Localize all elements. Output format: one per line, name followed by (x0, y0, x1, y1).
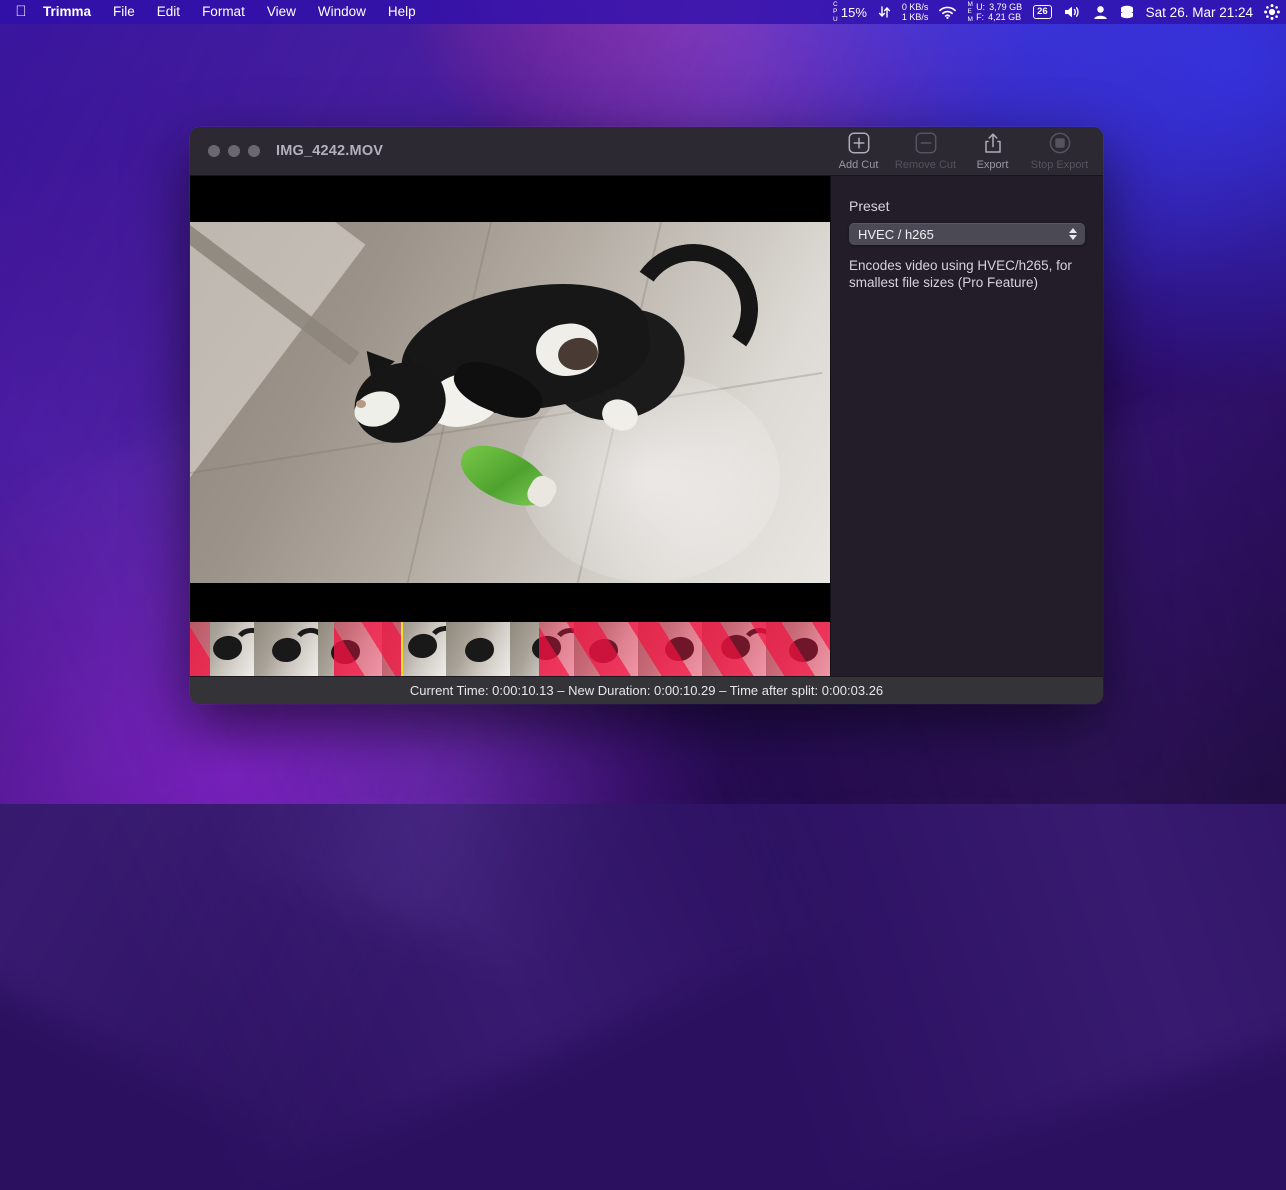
network-arrows-icon[interactable] (878, 5, 891, 19)
cat-subject (340, 252, 760, 552)
close-button[interactable] (208, 145, 220, 157)
window-titlebar: IMG_4242.MOV Add Cut Re (190, 127, 1103, 176)
status-memory[interactable]: M E M U: 3,79 GB F: 4,21 GB (967, 1, 1022, 24)
filmstrip-thumb[interactable] (638, 622, 702, 676)
preset-description: Encodes video using HVEC/h265, for small… (849, 258, 1081, 291)
export-button[interactable]: Export (959, 130, 1026, 171)
mem-used-value: 3,79 GB (989, 2, 1022, 13)
video-column (190, 176, 830, 676)
minus-square-icon (913, 130, 939, 156)
video-frame (190, 222, 830, 583)
memory-label: M E M (967, 1, 973, 24)
stop-export-label: Stop Export (1031, 159, 1088, 171)
menu-bar-clock[interactable]: Sat 26. Mar 21:24 (1146, 5, 1253, 20)
plus-square-glyph (848, 132, 870, 154)
toy-cap (523, 472, 561, 511)
user-account-icon[interactable] (1093, 5, 1108, 20)
add-cut-button[interactable]: Add Cut (825, 130, 892, 171)
net-download-value: 1 KB/s (902, 12, 929, 23)
timeline-status-bar: Current Time: 0:00:10.13 – New Duration:… (190, 676, 1103, 704)
cpu-value: 15% (841, 5, 867, 20)
filmstrip-thumb[interactable] (382, 622, 446, 676)
filmstrip-thumb[interactable] (702, 622, 766, 676)
time-machine-glyph (1119, 5, 1135, 19)
calendar-day-value: 26 (1033, 5, 1052, 19)
menu-item-help[interactable]: Help (377, 0, 427, 24)
menu-bar-left:  Trimma File Edit Format View Window He… (0, 0, 427, 24)
export-settings-sidebar: Preset HVEC / h265 Encodes video using H… (830, 176, 1103, 676)
timeline-playhead[interactable] (401, 622, 403, 676)
preset-selected-value: HVEC / h265 (858, 227, 1069, 242)
apple-logo-icon[interactable]:  (10, 0, 32, 24)
preset-select[interactable]: HVEC / h265 (849, 223, 1085, 245)
zoom-button[interactable] (248, 145, 260, 157)
traffic-lights (190, 145, 260, 157)
time-machine-icon[interactable] (1119, 5, 1135, 19)
menu-item-view[interactable]: View (256, 0, 307, 24)
network-speed-values: 0 KB/s 1 KB/s (902, 2, 929, 23)
export-label: Export (977, 159, 1009, 171)
menu-item-trimma[interactable]: Trimma (32, 0, 102, 24)
volume-glyph (1063, 5, 1082, 19)
minus-square-glyph (915, 132, 937, 154)
share-export-icon (980, 130, 1006, 156)
filmstrip-thumb[interactable] (446, 622, 510, 676)
wifi-glyph (939, 6, 956, 19)
video-player[interactable] (190, 176, 830, 622)
menu-item-edit[interactable]: Edit (146, 0, 191, 24)
chevron-updown-icon (1069, 228, 1079, 240)
filmstrip-thumb[interactable] (318, 622, 382, 676)
filmstrip-thumb[interactable] (574, 622, 638, 676)
menu-bar-status-items: C P U 15% 0 KB/s 1 KB/s (833, 1, 1286, 24)
green-toy (452, 435, 557, 517)
user-glyph (1093, 5, 1108, 20)
cat-nose (356, 400, 366, 408)
mem-used-label: U: (976, 2, 985, 13)
mem-free-value: 4,21 GB (988, 12, 1021, 23)
filmstrip-thumb[interactable] (190, 622, 254, 676)
add-cut-label: Add Cut (839, 159, 879, 171)
share-export-glyph (982, 132, 1004, 154)
menu-item-window[interactable]: Window (307, 0, 377, 24)
filmstrip-thumb[interactable] (766, 622, 830, 676)
plus-square-icon (846, 130, 872, 156)
preset-label: Preset (849, 198, 1085, 214)
control-center-icon[interactable] (1264, 4, 1280, 20)
wifi-icon[interactable] (939, 6, 956, 19)
remove-cut-button[interactable]: Remove Cut (892, 130, 959, 171)
remove-cut-label: Remove Cut (895, 159, 956, 171)
control-center-glyph (1264, 4, 1280, 20)
menu-item-file[interactable]: File (102, 0, 146, 24)
network-arrows-glyph (878, 5, 891, 19)
status-cpu[interactable]: C P U 15% (833, 1, 867, 24)
stop-circle-icon (1047, 130, 1073, 156)
status-text: Current Time: 0:00:10.13 – New Duration:… (410, 683, 883, 698)
status-network-speeds[interactable]: 0 KB/s 1 KB/s (902, 2, 929, 23)
memory-values: U: 3,79 GB F: 4,21 GB (976, 2, 1022, 23)
timeline-filmstrip[interactable] (190, 622, 830, 676)
menu-item-format[interactable]: Format (191, 0, 256, 24)
window-title: IMG_4242.MOV (276, 143, 383, 159)
stop-circle-glyph (1049, 132, 1071, 154)
stop-export-button[interactable]: Stop Export (1026, 130, 1093, 171)
filmstrip-thumb[interactable] (510, 622, 574, 676)
window-body: Preset HVEC / h265 Encodes video using H… (190, 176, 1103, 676)
app-window: IMG_4242.MOV Add Cut Re (190, 127, 1103, 704)
volume-icon[interactable] (1063, 5, 1082, 19)
mem-free-label: F: (976, 12, 984, 23)
net-upload-value: 0 KB/s (902, 2, 929, 13)
menu-bar:  Trimma File Edit Format View Window He… (0, 0, 1286, 24)
filmstrip-thumb[interactable] (254, 622, 318, 676)
toolbar: Add Cut Remove Cut Exp (825, 127, 1103, 178)
minimize-button[interactable] (228, 145, 240, 157)
cpu-label: C P U (833, 1, 838, 24)
calendar-icon[interactable]: 26 (1033, 5, 1052, 19)
